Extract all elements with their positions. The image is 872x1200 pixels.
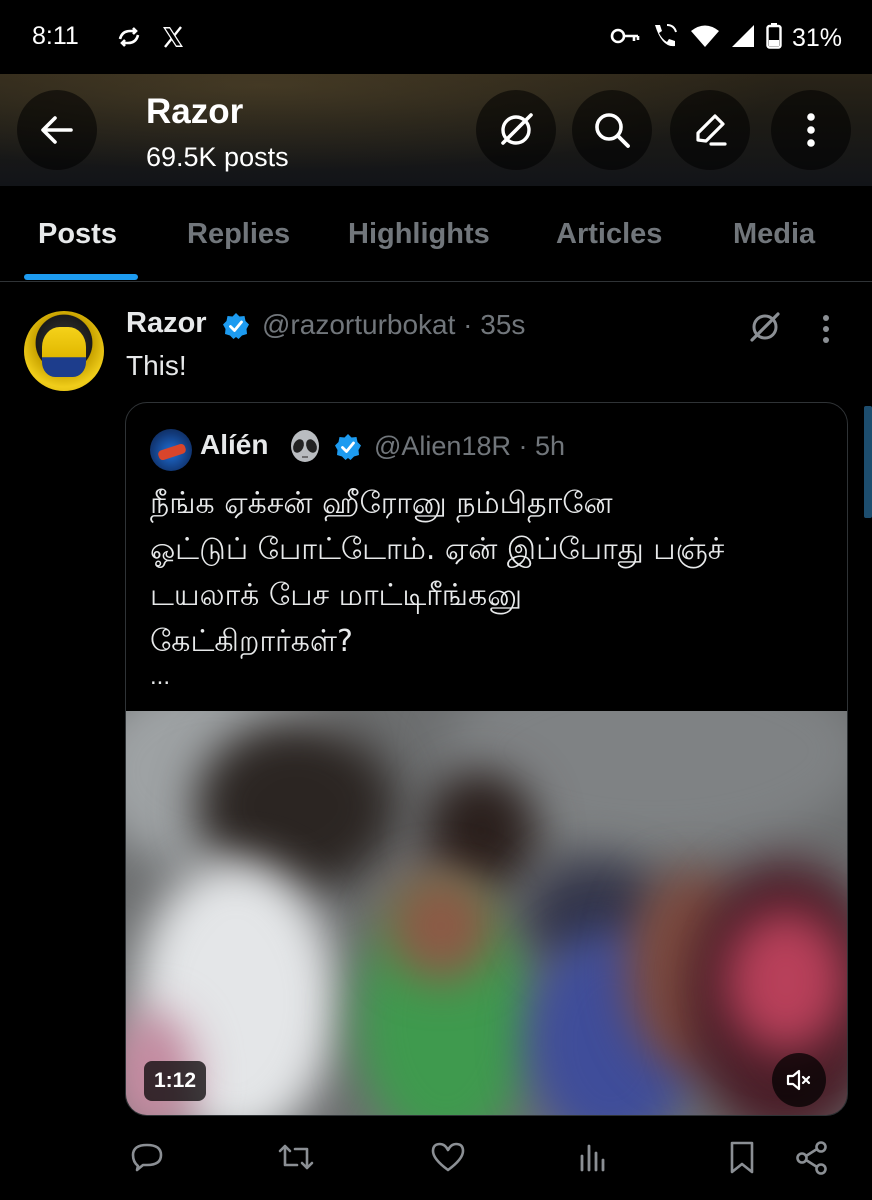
- grok-explain-icon[interactable]: [746, 308, 784, 350]
- speaker-muted-icon: [786, 1069, 811, 1091]
- compose-button[interactable]: [670, 90, 750, 170]
- quoted-avatar[interactable]: [150, 429, 192, 471]
- scrollbar-thumb[interactable]: [864, 406, 872, 518]
- post-text: This!: [126, 350, 187, 381]
- quoted-text-ellipsis: ...: [150, 663, 171, 690]
- sync-icon: [116, 24, 142, 54]
- video-duration: 1:12: [144, 1061, 207, 1101]
- profile-header: Razor 69.5K posts: [0, 74, 872, 186]
- key-icon: [610, 25, 640, 51]
- grok-button[interactable]: [476, 90, 556, 170]
- posts-count: 69.5K posts: [146, 142, 289, 172]
- grok-icon: [501, 113, 533, 145]
- quoted-handle-time: @Alien18R · 5h: [374, 431, 566, 461]
- quoted-verified-badge-icon: [335, 434, 361, 460]
- wifi-icon: [690, 24, 720, 52]
- tab-articles[interactable]: Articles: [556, 218, 662, 251]
- quoted-text: நீங்க ஏக்சன் ஹீரோனு நம்பிதானே ஓட்டுப் போ…: [150, 486, 725, 659]
- more-vertical-icon: [807, 113, 815, 147]
- post-more-icon[interactable]: [818, 312, 834, 350]
- wifi-calling-icon: [650, 22, 680, 54]
- video-frame-blur: [726, 911, 846, 1051]
- alien-emoji-icon: [291, 430, 319, 462]
- back-button[interactable]: [17, 90, 97, 170]
- active-tab-indicator: [24, 274, 138, 280]
- signal-icon: [730, 24, 756, 52]
- status-left-icons: [116, 24, 186, 54]
- mute-button[interactable]: [772, 1053, 826, 1107]
- tab-replies[interactable]: Replies: [187, 218, 290, 251]
- status-time: 8:11: [32, 22, 79, 50]
- search-icon: [595, 113, 630, 148]
- views-icon[interactable]: [578, 1140, 608, 1178]
- pencil-icon: [696, 114, 727, 146]
- avatar[interactable]: [24, 311, 104, 391]
- avatar-image: [42, 327, 86, 377]
- reply-icon[interactable]: [130, 1140, 164, 1178]
- battery-icon: [766, 23, 782, 53]
- bookmark-icon[interactable]: [728, 1140, 756, 1180]
- verified-badge-icon: [223, 313, 249, 339]
- quoted-post[interactable]: Alíén @Alien18R · 5h நீங்க ஏக்சன் ஹீரோனு…: [125, 402, 848, 1116]
- search-button[interactable]: [572, 90, 652, 170]
- tab-media[interactable]: Media: [733, 218, 815, 251]
- repost-icon[interactable]: [277, 1140, 315, 1178]
- tab-posts[interactable]: Posts: [38, 218, 117, 251]
- status-bar: 8:11 31%: [0, 0, 872, 74]
- profile-title: Razor: [146, 92, 244, 131]
- like-icon[interactable]: [430, 1140, 466, 1178]
- share-icon[interactable]: [794, 1140, 830, 1180]
- quoted-author-name: Alíén: [200, 429, 269, 460]
- post-actions: [0, 1134, 872, 1184]
- x-logo-icon: [160, 24, 186, 54]
- post-author-name[interactable]: Razor: [126, 307, 207, 340]
- video-player[interactable]: 1:12: [126, 711, 847, 1115]
- post-handle-time[interactable]: @razorturbokat · 35s: [262, 309, 525, 341]
- status-right-icons: 31%: [610, 22, 842, 54]
- profile-tabs: Posts Replies Highlights Articles Media: [0, 186, 872, 282]
- tab-highlights[interactable]: Highlights: [348, 218, 490, 251]
- more-options-button[interactable]: [771, 90, 851, 170]
- battery-percent: 31%: [791, 23, 842, 52]
- video-frame-blur: [386, 871, 496, 981]
- arrow-left-icon: [41, 116, 73, 144]
